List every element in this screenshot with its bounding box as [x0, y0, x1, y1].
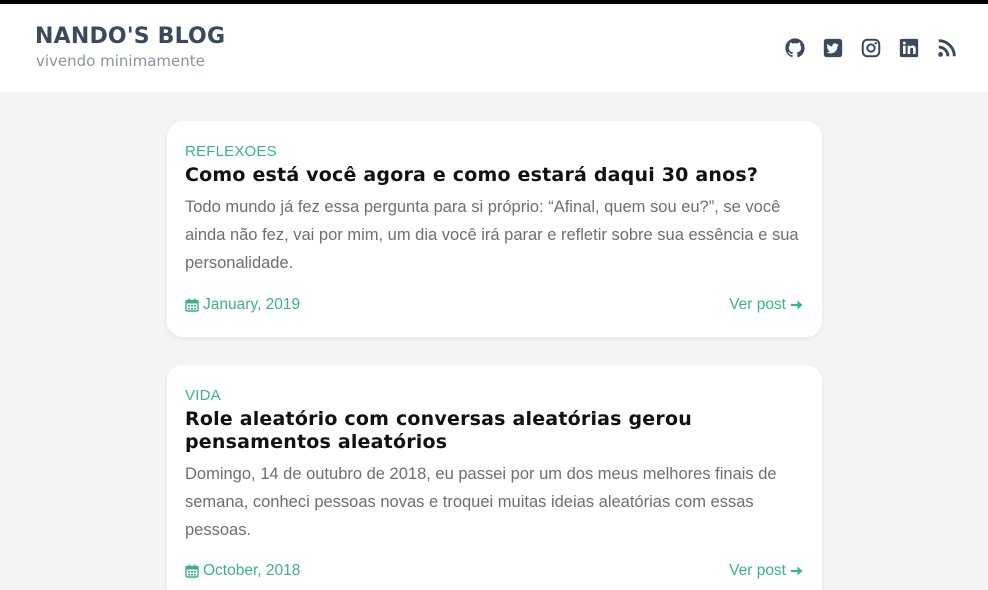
instagram-icon[interactable]	[860, 37, 882, 59]
post-card[interactable]: REFLEXOES Como está você agora e como es…	[167, 121, 822, 337]
post-meta: January, 2019 Ver post	[185, 296, 804, 314]
site-subtitle: vivendo minimamente	[36, 52, 205, 70]
post-title[interactable]: Role aleatório com conversas aleatórias …	[185, 408, 804, 454]
post-excerpt: Todo mundo já fez essa pergunta para si …	[185, 198, 799, 272]
site-header: NANDO'S BLOG vivendo minimamente	[0, 4, 988, 92]
post-meta: October, 2018 Ver post	[185, 562, 804, 580]
post-title[interactable]: Como está você agora e como estará daqui…	[185, 164, 804, 187]
ver-post-link[interactable]: Ver post	[729, 562, 804, 580]
rss-icon[interactable]	[936, 37, 958, 59]
post-card[interactable]: VIDA Role aleatório com conversas aleató…	[167, 365, 822, 590]
arrow-right-icon	[791, 566, 803, 576]
post-category[interactable]: REFLEXOES	[185, 143, 804, 161]
github-icon[interactable]	[784, 37, 806, 59]
post-date-text: October, 2018	[203, 562, 301, 579]
ver-post-link[interactable]: Ver post	[729, 296, 804, 314]
twitter-icon[interactable]	[822, 37, 844, 59]
linkedin-icon[interactable]	[898, 37, 920, 59]
ver-post-label[interactable]: Ver post	[729, 296, 786, 314]
ver-post-label[interactable]: Ver post	[729, 562, 786, 580]
post-category[interactable]: VIDA	[185, 387, 804, 405]
brand[interactable]: NANDO'S BLOG vivendo minimamente	[35, 23, 225, 71]
calendar-icon	[185, 564, 199, 578]
site-title[interactable]: NANDO'S BLOG	[35, 23, 225, 51]
post-date-text: January, 2019	[203, 296, 301, 313]
arrow-right-icon	[791, 300, 803, 310]
post-date: January, 2019	[185, 296, 300, 314]
post-excerpt: Domingo, 14 de outubro de 2018, eu passe…	[185, 465, 777, 539]
post-date: October, 2018	[185, 562, 300, 580]
calendar-icon	[185, 298, 199, 312]
social-links	[784, 37, 958, 59]
